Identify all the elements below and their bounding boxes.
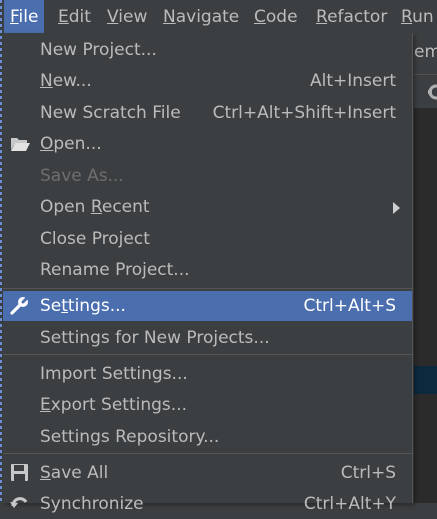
menu-item-label: Settings... xyxy=(40,295,126,317)
menu-item-shortcut: Ctrl+Alt+Y xyxy=(303,494,396,514)
menu-navigate-mnemonic: N xyxy=(163,7,176,27)
menu-item-label: New Scratch File xyxy=(40,103,181,123)
menu-item-shortcut: Alt+Insert xyxy=(309,71,396,91)
menu-item-mnemonic: N xyxy=(40,71,53,91)
menu-item-rename-project[interactable]: Rename Project... xyxy=(3,255,412,285)
menu-item-settings-repository[interactable]: Settings Repository... xyxy=(3,422,412,452)
menu-item-new-project[interactable]: New Project... xyxy=(3,35,412,65)
menu-item-mnemonic: t xyxy=(61,296,68,316)
menu-code-label: ode xyxy=(265,7,298,27)
menu-item-settings[interactable]: Settings... Ctrl+Alt+S xyxy=(3,291,412,321)
menu-item-settings-new-projects[interactable]: Settings for New Projects... xyxy=(3,323,412,353)
menu-edit-mnemonic: E xyxy=(58,7,69,27)
menu-item-export-settings[interactable]: Export Settings... xyxy=(3,390,412,420)
background-editor-panel xyxy=(414,108,437,503)
menu-item-label: Settings Repository... xyxy=(40,427,220,447)
wrench-icon xyxy=(9,295,31,316)
gear-icon[interactable] xyxy=(422,82,437,104)
menu-item-label-rest: ew... xyxy=(52,71,92,91)
menu-edit[interactable]: Edit xyxy=(52,0,97,33)
menu-separator xyxy=(3,288,412,289)
menu-item-mnemonic: E xyxy=(40,395,51,415)
menu-item-mnemonic: O xyxy=(40,134,54,154)
menu-navigate[interactable]: Navigate xyxy=(157,0,245,33)
menu-item-import-settings[interactable]: Import Settings... xyxy=(3,359,412,389)
menu-item-label: Save As... xyxy=(40,166,124,186)
menu-item-new-scratch-file[interactable]: New Scratch File Ctrl+Alt+Shift+Insert xyxy=(3,98,412,128)
menu-item-save-as: Save As... xyxy=(3,161,412,191)
menu-run-label: un xyxy=(412,7,434,27)
focus-dashed-edge xyxy=(0,0,2,503)
menu-refactor[interactable]: Refactor xyxy=(310,0,393,33)
menu-item-label: Settings for New Projects... xyxy=(40,328,270,348)
menu-file-mnemonic: F xyxy=(10,7,19,27)
menu-code[interactable]: Code xyxy=(248,0,304,33)
menu-file[interactable]: File xyxy=(4,0,45,33)
menu-item-label-rest: ave All xyxy=(50,463,109,483)
background-tab-fragment: em xyxy=(414,42,437,62)
file-menu-dropdown: New Project... New... Alt+Insert New Scr… xyxy=(3,33,413,514)
menu-item-mnemonic: R xyxy=(90,197,102,217)
menu-item-label: Open... xyxy=(40,133,102,155)
menu-view[interactable]: View xyxy=(101,0,153,33)
menu-run-mnemonic: R xyxy=(401,7,413,27)
menu-refactor-label: efactor xyxy=(327,7,388,27)
menu-navigate-label: avigate xyxy=(175,7,240,27)
menu-item-label-before: Open xyxy=(40,197,91,217)
menu-item-label-rest: pen... xyxy=(53,134,102,154)
menu-file-label: ile xyxy=(18,7,39,27)
menu-item-new[interactable]: New... Alt+Insert xyxy=(3,66,412,96)
floppy-disk-icon xyxy=(9,463,31,483)
menu-item-synchronize[interactable]: Synchronize Ctrl+Alt+Y xyxy=(3,489,412,519)
sync-icon xyxy=(9,494,31,514)
menu-separator xyxy=(3,354,412,355)
menu-item-label-before: Se xyxy=(40,296,62,316)
menu-bar: File Edit View Navigate Code Refactor Ru… xyxy=(0,0,437,33)
menu-view-mnemonic: V xyxy=(107,7,119,27)
menu-code-mnemonic: C xyxy=(254,7,266,27)
menu-refactor-mnemonic: R xyxy=(316,7,328,27)
menu-item-label-rest: xport Settings... xyxy=(50,395,187,415)
menu-item-label: Export Settings... xyxy=(40,394,187,416)
menu-item-label: Import Settings... xyxy=(40,364,188,384)
menu-item-label-rest: tings... xyxy=(67,296,126,316)
background-selected-row xyxy=(414,366,437,394)
menu-item-save-all[interactable]: Save All Ctrl+S xyxy=(3,458,412,488)
menu-item-label: Rename Project... xyxy=(40,260,190,280)
menu-item-shortcut: Ctrl+Alt+S xyxy=(303,296,396,316)
menu-item-open-recent[interactable]: Open Recent xyxy=(3,192,412,222)
menu-separator xyxy=(3,453,412,454)
menu-item-close-project[interactable]: Close Project xyxy=(3,224,412,254)
menu-item-label: Synchronize xyxy=(40,494,144,514)
menu-edit-label: dit xyxy=(68,7,91,27)
menu-item-shortcut: Ctrl+S xyxy=(340,463,396,483)
menu-item-label: Close Project xyxy=(40,229,150,249)
background-divider xyxy=(414,74,437,75)
submenu-arrow-icon xyxy=(393,202,400,214)
menu-run[interactable]: Run xyxy=(395,0,437,33)
menu-item-label: New... xyxy=(40,70,92,92)
menu-item-label: Save All xyxy=(40,462,108,484)
menu-item-mnemonic: S xyxy=(40,463,51,483)
menu-item-label: New Project... xyxy=(40,40,157,60)
menu-item-label-rest: ecent xyxy=(101,197,150,217)
menu-item-shortcut: Ctrl+Alt+Shift+Insert xyxy=(212,103,396,123)
menu-item-label: Open Recent xyxy=(40,196,150,218)
menu-item-open[interactable]: Open... xyxy=(3,129,412,159)
menu-view-label: iew xyxy=(118,7,148,27)
folder-open-icon xyxy=(9,134,31,154)
